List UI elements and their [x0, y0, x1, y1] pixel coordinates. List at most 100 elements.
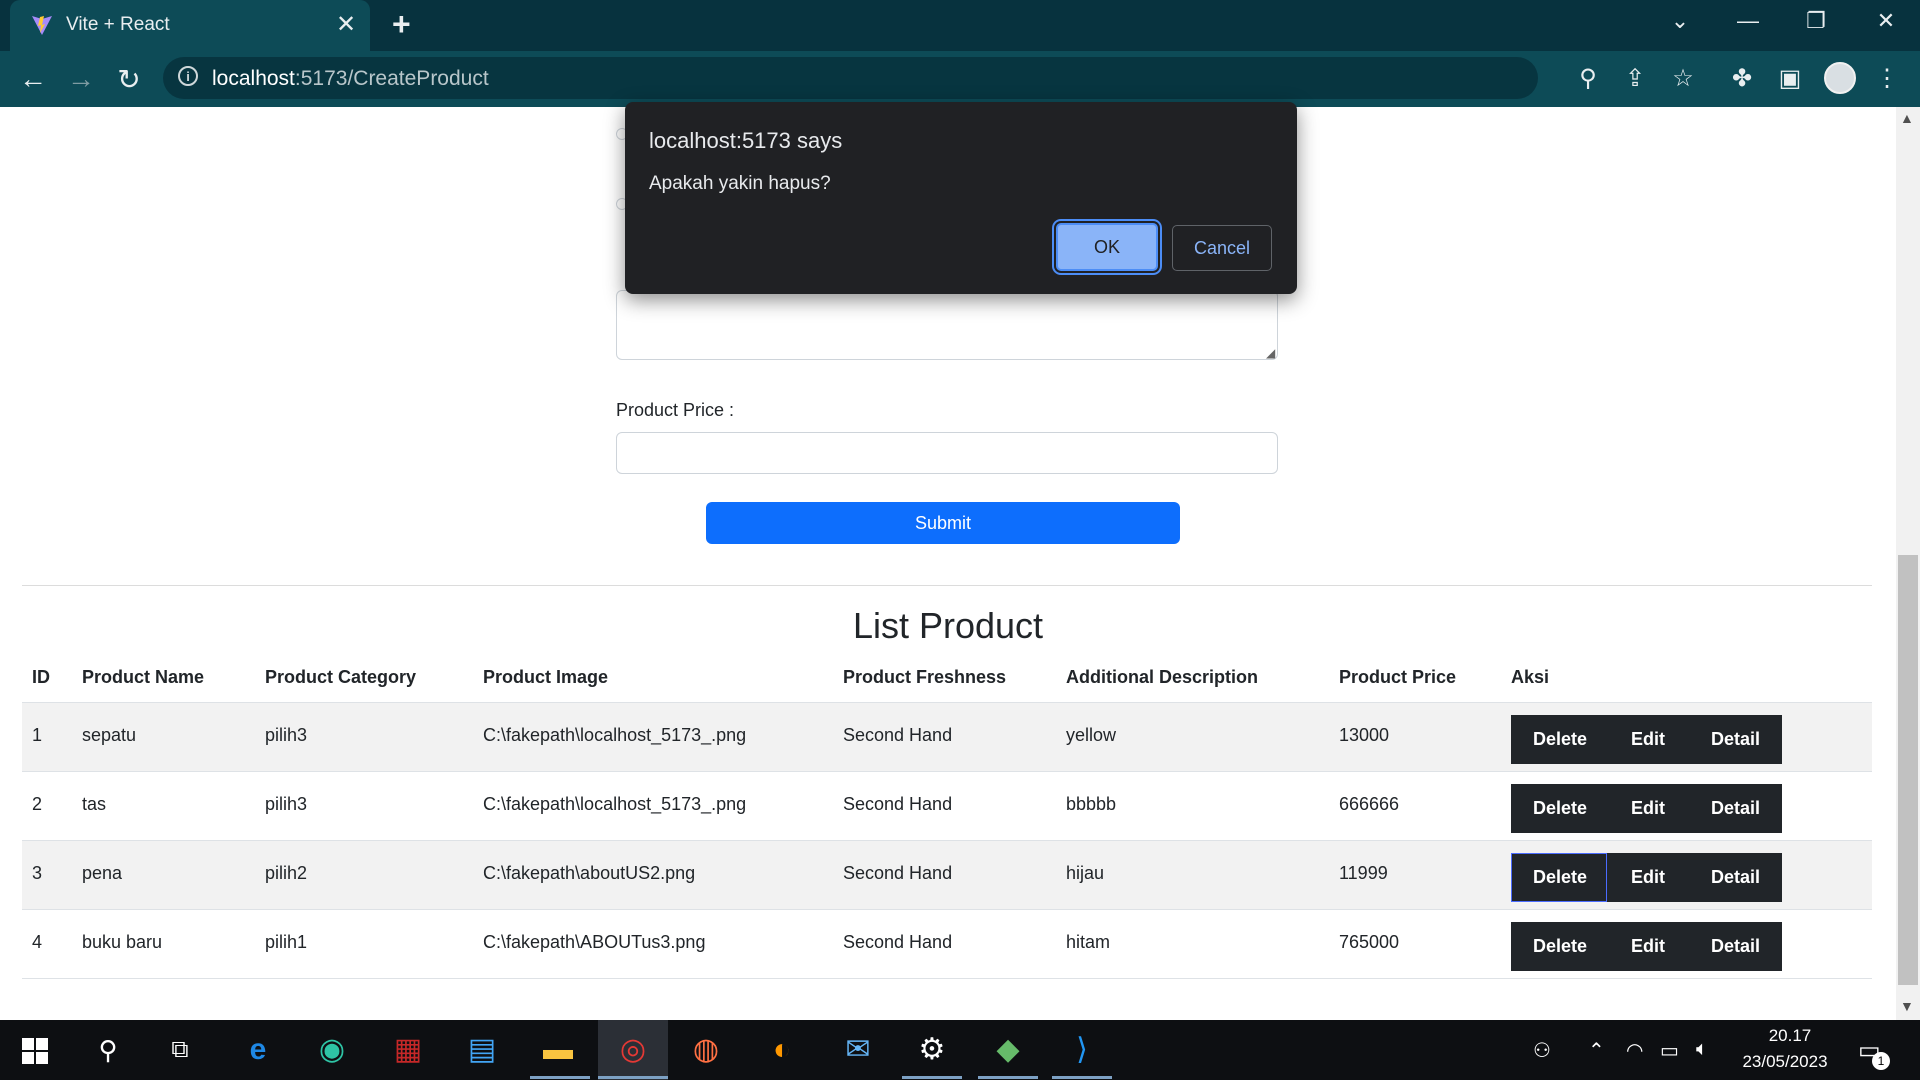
divider — [22, 585, 1872, 586]
cell-description: bbbbb — [1056, 771, 1329, 841]
table-row: 4 buku baru pilih1 C:\fakepath\ABOUTus3.… — [22, 909, 1872, 979]
people-icon[interactable]: ⚇ — [1533, 1038, 1551, 1063]
cancel-button[interactable]: Cancel — [1172, 225, 1272, 271]
internet-explorer-icon[interactable]: e — [238, 1030, 278, 1070]
battery-icon[interactable]: ▭ — [1660, 1038, 1679, 1063]
store-icon[interactable]: ▤ — [462, 1030, 502, 1070]
tab-search-icon[interactable]: ⌄ — [1660, 8, 1700, 34]
winrar-icon[interactable]: ▦ — [388, 1030, 428, 1070]
chrome-icon[interactable]: ◎ — [613, 1030, 653, 1070]
detail-button[interactable]: Detail — [1687, 715, 1783, 764]
scroll-up-arrow-icon[interactable]: ▲ — [1900, 110, 1914, 126]
header-product-name: Product Name — [72, 652, 255, 703]
delete-button[interactable]: Delete — [1511, 784, 1607, 833]
table-header-row: ID Product Name Product Category Product… — [22, 652, 1872, 703]
side-panel-icon[interactable]: ▣ — [1773, 64, 1807, 93]
git-icon[interactable]: ◆ — [988, 1030, 1028, 1070]
profile-avatar[interactable] — [1824, 62, 1856, 94]
scrollbar-thumb[interactable] — [1898, 555, 1918, 985]
browser-tab[interactable] — [10, 0, 370, 51]
action-button-group: Delete Edit Detail — [1511, 784, 1783, 833]
running-indicator — [598, 1076, 668, 1079]
zoom-icon[interactable]: ⚲ — [1571, 64, 1605, 93]
ok-button[interactable]: OK — [1056, 223, 1158, 271]
header-product-price: Product Price — [1329, 652, 1501, 703]
clock-date[interactable]: 23/05/2023 — [1730, 1052, 1840, 1072]
description-textarea[interactable] — [616, 290, 1278, 360]
url-text[interactable]: localhost:5173/CreateProduct — [212, 67, 489, 91]
volume-icon[interactable]: 🔈︎ — [1696, 1038, 1708, 1061]
windows-start-icon[interactable] — [22, 1038, 48, 1064]
cell-category: pilih3 — [255, 702, 473, 772]
vite-logo-icon — [32, 16, 52, 35]
share-icon[interactable]: ⇪ — [1618, 64, 1652, 93]
price-input[interactable] — [616, 432, 1278, 474]
delete-button[interactable]: Delete — [1511, 853, 1607, 902]
detail-button[interactable]: Detail — [1687, 784, 1783, 833]
submit-button[interactable]: Submit — [706, 502, 1180, 544]
running-indicator — [902, 1076, 962, 1079]
clock-time[interactable]: 20.17 — [1740, 1026, 1840, 1046]
wifi-icon[interactable]: ◠ — [1626, 1038, 1643, 1063]
action-button-group: Delete Edit Detail — [1511, 853, 1783, 902]
edge-icon[interactable]: ◉ — [312, 1030, 352, 1070]
firefox-icon[interactable]: ◍ — [686, 1030, 726, 1070]
uc-browser-icon[interactable]: ◐ — [762, 1030, 802, 1070]
cell-actions: Delete Edit Detail — [1501, 840, 1872, 910]
cell-name: sepatu — [72, 702, 255, 772]
show-hidden-icons-icon[interactable]: ⌃ — [1588, 1038, 1605, 1063]
cell-id: 1 — [22, 702, 72, 772]
edit-button[interactable]: Edit — [1607, 715, 1687, 764]
forward-icon[interactable]: → — [64, 63, 98, 95]
cell-freshness: Second Hand — [833, 702, 1056, 772]
edit-button[interactable]: Edit — [1607, 922, 1687, 971]
edit-button[interactable]: Edit — [1607, 853, 1687, 902]
dialog-message: Apakah yakin hapus? — [649, 173, 831, 194]
cell-description: hitam — [1056, 909, 1329, 979]
edit-button[interactable]: Edit — [1607, 784, 1687, 833]
task-view-icon[interactable]: ⧉ — [160, 1030, 200, 1070]
restore-icon[interactable]: ❐ — [1796, 8, 1836, 34]
settings-gear-icon[interactable]: ⚙ — [912, 1030, 952, 1070]
cell-description: hijau — [1056, 840, 1329, 910]
mail-icon[interactable]: ✉ — [838, 1030, 878, 1070]
list-title: List Product — [852, 605, 1044, 646]
site-info-icon[interactable]: i — [178, 66, 198, 86]
product-table: ID Product Name Product Category Product… — [22, 652, 1872, 979]
search-icon[interactable]: ⚲ — [88, 1030, 128, 1070]
dialog-title: localhost:5173 says — [649, 128, 843, 153]
delete-button[interactable]: Delete — [1511, 715, 1607, 764]
minimize-icon[interactable]: — — [1728, 8, 1768, 34]
resize-handle-icon[interactable]: ◢ — [1266, 346, 1275, 360]
notification-badge: 1 — [1872, 1052, 1890, 1070]
table-row: 3 pena pilih2 C:\fakepath\aboutUS2.png S… — [22, 840, 1872, 910]
url-path: :5173/CreateProduct — [294, 67, 489, 90]
close-tab-icon[interactable]: ✕ — [336, 10, 356, 39]
cell-image: C:\fakepath\localhost_5173_.png — [473, 771, 833, 841]
detail-button[interactable]: Detail — [1687, 853, 1783, 902]
cell-name: buku baru — [72, 909, 255, 979]
header-aksi: Aksi — [1501, 652, 1872, 703]
vscode-icon[interactable]: ⟩ — [1062, 1030, 1102, 1070]
scroll-down-arrow-icon[interactable]: ▼ — [1900, 998, 1914, 1014]
cell-actions: Delete Edit Detail — [1501, 702, 1872, 772]
detail-button[interactable]: Detail — [1687, 922, 1783, 971]
cell-image: C:\fakepath\ABOUTus3.png — [473, 909, 833, 979]
header-id: ID — [22, 652, 72, 703]
url-host: localhost — [212, 67, 295, 90]
cell-name: pena — [72, 840, 255, 910]
header-product-category: Product Category — [255, 652, 473, 703]
close-window-icon[interactable]: ✕ — [1866, 8, 1906, 34]
extensions-icon[interactable]: ✤ — [1725, 64, 1759, 93]
cell-freshness: Second Hand — [833, 909, 1056, 979]
menu-icon[interactable]: ⋮ — [1870, 64, 1904, 93]
cell-category: pilih3 — [255, 771, 473, 841]
bookmark-star-icon[interactable]: ☆ — [1666, 64, 1700, 93]
file-explorer-icon[interactable]: ▬ — [538, 1030, 578, 1070]
reload-icon[interactable]: ↻ — [112, 63, 146, 96]
delete-button[interactable]: Delete — [1511, 922, 1607, 971]
cell-price: 11999 — [1329, 840, 1501, 910]
new-tab-icon[interactable]: + — [392, 6, 411, 43]
back-icon[interactable]: ← — [16, 63, 50, 95]
table-row: 2 tas pilih3 C:\fakepath\localhost_5173_… — [22, 771, 1872, 841]
